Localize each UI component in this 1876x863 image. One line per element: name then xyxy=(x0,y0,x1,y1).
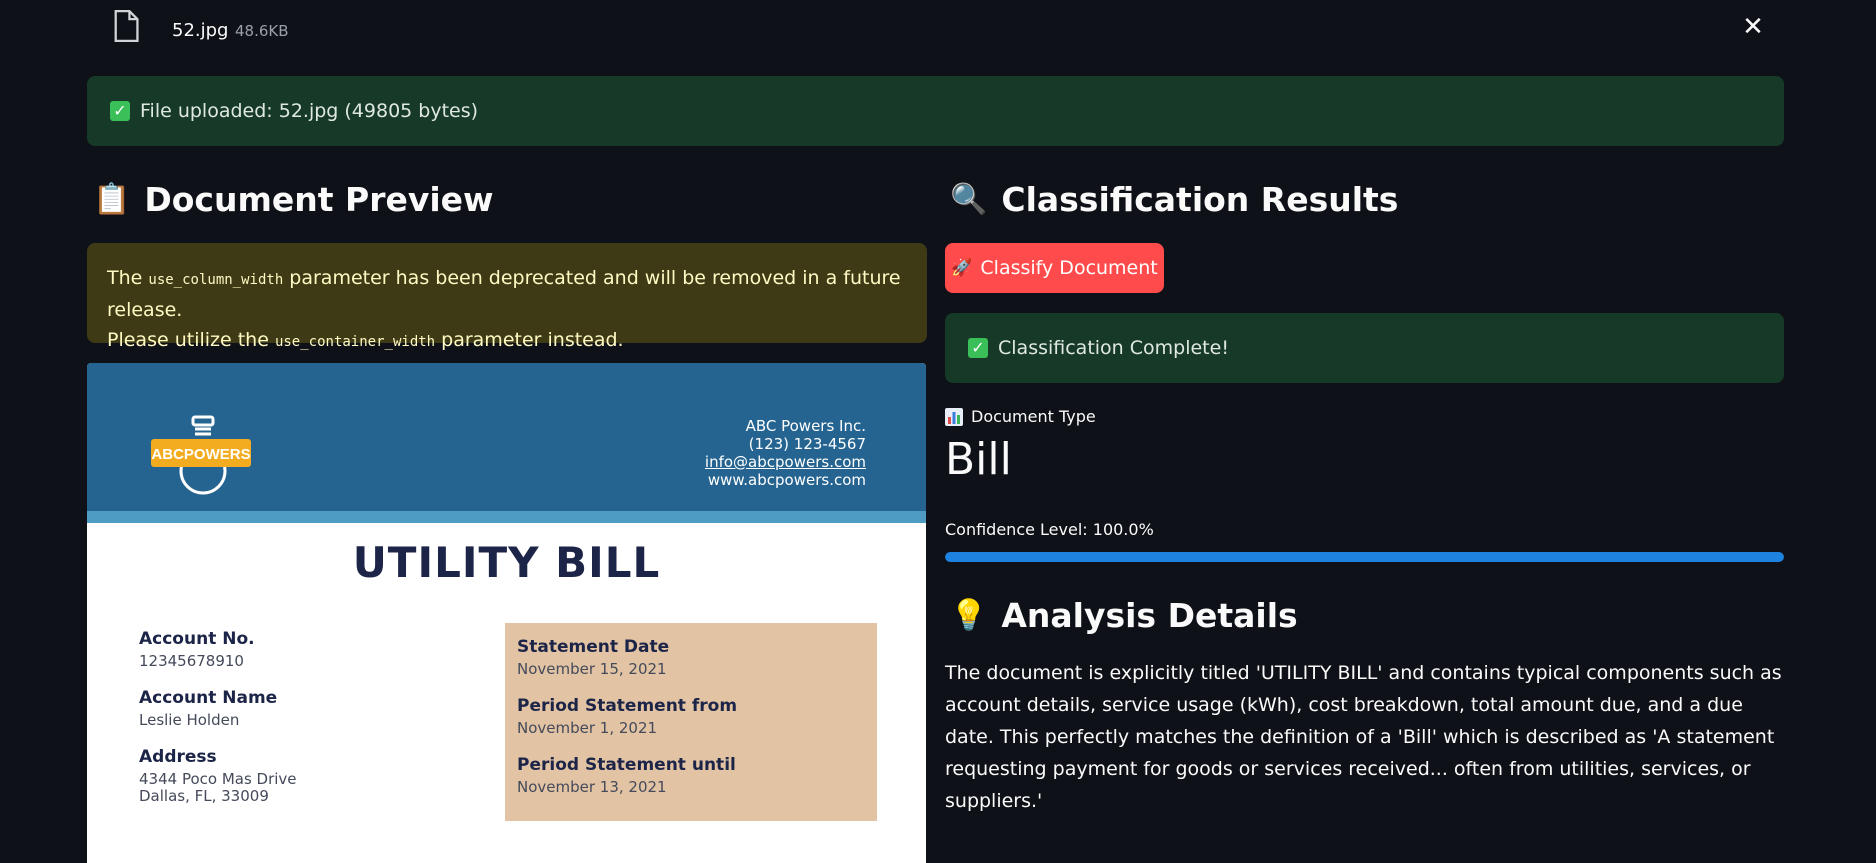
rocket-icon: 🚀 xyxy=(951,258,973,278)
lightbulb-logo: ABCPOWERS xyxy=(151,415,251,495)
classification-results-heading: 🔍 Classification Results xyxy=(950,180,1399,219)
confidence-progress-bar xyxy=(945,552,1784,562)
code-use-column-width: use_column_width xyxy=(148,272,284,288)
doc-stripe xyxy=(87,511,926,523)
classify-document-button[interactable]: 🚀 Classify Document xyxy=(945,243,1164,293)
statement-box: Statement Date November 15, 2021 Period … xyxy=(505,623,877,821)
lightbulb-icon: 💡 xyxy=(950,598,988,633)
classification-complete-text: Classification Complete! xyxy=(998,337,1229,359)
upload-success-alert: ✓ File uploaded: 52.jpg (49805 bytes) xyxy=(87,76,1784,146)
account-fields: Account No. 12345678910 Account Name Les… xyxy=(139,629,297,805)
code-use-container-width: use_container_width xyxy=(274,334,436,350)
confidence-progress-fill xyxy=(945,552,1784,562)
clipboard-icon: 📋 xyxy=(93,182,131,217)
svg-text:ABCPOWERS: ABCPOWERS xyxy=(151,446,250,463)
analysis-details-text: The document is explicitly titled 'UTILI… xyxy=(945,662,1782,812)
doc-title: UTILITY BILL xyxy=(352,538,661,587)
file-name: 52.jpg xyxy=(172,20,229,41)
bar-chart-icon xyxy=(945,407,963,426)
check-icon: ✓ xyxy=(110,101,130,121)
uploaded-file-row: 52.jpg 48.6KB ✕ xyxy=(112,8,1772,48)
classification-complete-alert: ✓ Classification Complete! xyxy=(945,313,1784,383)
upload-success-text: File uploaded: 52.jpg (49805 bytes) xyxy=(140,100,479,122)
magnifier-icon: 🔍 xyxy=(950,182,988,217)
confidence-label: Confidence Level: 100.0% xyxy=(945,520,1154,539)
document-preview-image: ABCPOWERS ABC Powers Inc. (123) 123-4567… xyxy=(87,363,926,863)
deprecation-warning: The use_column_width parameter has been … xyxy=(87,243,927,351)
company-email: info@abcpowers.com xyxy=(704,453,866,471)
company-info: ABC Powers Inc. (123) 123-4567 info@abcp… xyxy=(704,417,866,489)
file-size: 48.6KB xyxy=(235,22,289,40)
analysis-details-heading: 💡 Analysis Details xyxy=(950,596,1298,635)
document-preview-heading: 📋 Document Preview xyxy=(93,180,494,219)
document-type-label: Document Type xyxy=(945,407,1096,426)
document-type-value: Bill xyxy=(945,434,1012,485)
close-icon[interactable]: ✕ xyxy=(1740,14,1766,40)
file-icon xyxy=(114,10,139,42)
check-icon: ✓ xyxy=(968,338,988,358)
